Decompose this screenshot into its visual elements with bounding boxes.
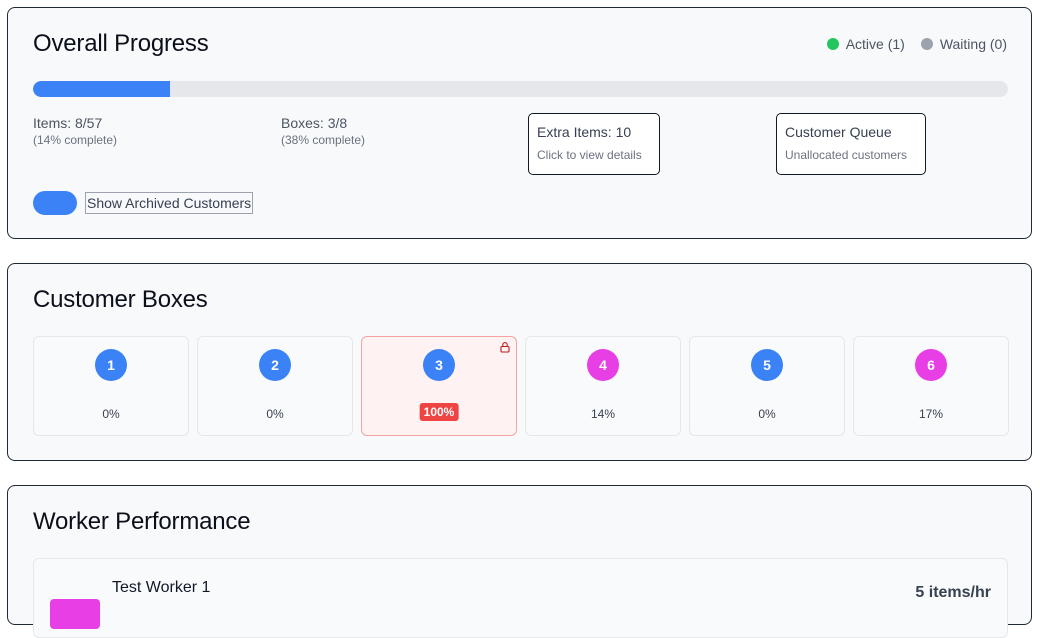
extra-items-button[interactable]: Extra Items: 10 Click to view details	[528, 113, 660, 175]
overall-progress-fill	[33, 81, 170, 97]
waiting-dot-icon	[920, 38, 933, 50]
customer-queue-button[interactable]: Customer Queue Unallocated customers	[776, 113, 926, 175]
customer-boxes-card: Customer Boxes 1 0% 2 0% 3 100% 4 14% 5 0% 6 17%	[7, 263, 1032, 461]
box-percent: 0%	[102, 407, 120, 421]
boxes-percent: (38% complete)	[281, 133, 366, 147]
legend-active-label: Active (1)	[845, 36, 905, 52]
box-number: 6	[915, 349, 947, 381]
legend-waiting: Waiting (0)	[920, 36, 1007, 52]
overall-progress-title: Overall Progress	[33, 30, 209, 57]
customer-boxes-grid: 1 0% 2 0% 3 100% 4 14% 5 0% 6 17%	[33, 336, 1009, 436]
box-number: 5	[751, 349, 783, 381]
customer-boxes-title: Customer Boxes	[33, 286, 208, 313]
box-number: 3	[423, 349, 455, 381]
status-legend: Active (1) Waiting (0)	[826, 36, 1007, 52]
worker-rate: 5 items/hr	[915, 584, 991, 601]
worker-color-badge	[50, 599, 100, 629]
box-number: 1	[95, 349, 127, 381]
overall-progress-bar	[33, 81, 1008, 97]
worker-name: Test Worker 1	[112, 579, 211, 596]
customer-box-5[interactable]: 5 0%	[689, 336, 845, 436]
legend-waiting-label: Waiting (0)	[939, 36, 1007, 52]
customer-queue-title: Customer Queue	[785, 124, 892, 140]
box-number: 2	[259, 349, 291, 381]
lock-icon	[500, 342, 510, 353]
box-percent: 0%	[758, 407, 776, 421]
box-percent: 17%	[918, 407, 944, 421]
extra-items-hint: Click to view details	[537, 148, 642, 162]
customer-box-6[interactable]: 6 17%	[853, 336, 1009, 436]
customer-box-3[interactable]: 3 100%	[361, 336, 517, 436]
worker-performance-title: Worker Performance	[33, 508, 251, 535]
customer-queue-hint: Unallocated customers	[785, 148, 908, 162]
items-count: Items: 8/57	[33, 115, 103, 131]
boxes-stat: Boxes: 3/8 (38% complete)	[281, 115, 365, 147]
box-percent: 100%	[419, 403, 459, 421]
overall-progress-card: Overall Progress Active (1) Waiting (0) …	[7, 7, 1032, 239]
items-percent: (14% complete)	[33, 133, 118, 147]
box-percent: 14%	[590, 407, 616, 421]
customer-box-2[interactable]: 2 0%	[197, 336, 353, 436]
active-dot-icon	[826, 38, 839, 50]
box-percent: 0%	[266, 407, 284, 421]
customer-box-1[interactable]: 1 0%	[33, 336, 189, 436]
customer-box-4[interactable]: 4 14%	[525, 336, 681, 436]
show-archived-toggle[interactable]	[33, 191, 77, 215]
extra-items-title: Extra Items: 10	[537, 124, 632, 140]
items-stat: Items: 8/57 (14% complete)	[33, 115, 117, 147]
boxes-count: Boxes: 3/8	[281, 115, 348, 131]
worker-performance-card: Worker Performance Test Worker 1 5 items…	[7, 485, 1032, 638]
worker-row[interactable]: Test Worker 1 5 items/hr	[33, 558, 1008, 638]
legend-active: Active (1)	[826, 36, 905, 52]
box-number: 4	[587, 349, 619, 381]
show-archived-label[interactable]: Show Archived Customers	[85, 192, 254, 214]
